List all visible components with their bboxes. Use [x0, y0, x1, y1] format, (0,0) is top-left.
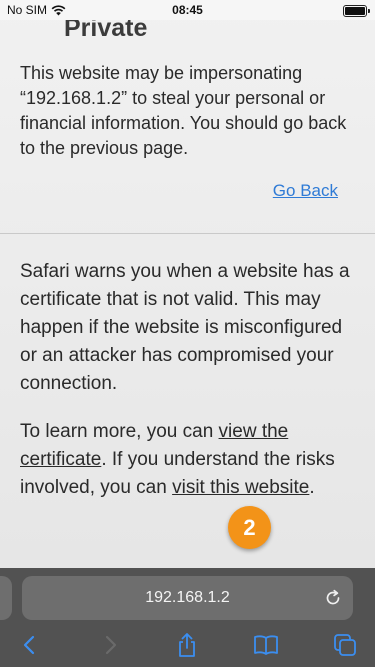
share-icon	[179, 633, 195, 657]
status-bar: No SIM 08:45	[0, 0, 375, 20]
battery-icon	[343, 5, 370, 17]
learn-more-paragraph: To learn more, you can view the certific…	[20, 418, 360, 502]
bookmarks-button[interactable]	[251, 630, 281, 660]
forward-icon	[105, 635, 117, 655]
address-text: 192.168.1.2	[145, 589, 230, 606]
period-text: .	[309, 477, 315, 498]
safari-toolbar: 192.168.1.2	[0, 568, 375, 667]
navigation-row	[0, 630, 375, 660]
visit-website-link[interactable]: visit this website	[172, 477, 309, 498]
share-button[interactable]	[172, 630, 202, 660]
back-button[interactable]	[14, 630, 44, 660]
tabs-icon	[334, 634, 356, 656]
previous-tab-edge[interactable]	[0, 576, 12, 620]
go-back-link[interactable]: Go Back	[273, 181, 338, 201]
error-page: Private This website may be impersonatin…	[0, 0, 375, 568]
clock: 08:45	[172, 3, 203, 17]
learn-more-text: To learn more, you can	[20, 421, 219, 442]
back-icon	[23, 635, 35, 655]
impersonation-warning: This website may be impersonating “192.1…	[20, 63, 347, 158]
reload-icon[interactable]	[323, 588, 343, 608]
certificate-explanation: Safari warns you when a website has a ce…	[20, 261, 350, 394]
tabs-button[interactable]	[330, 630, 360, 660]
address-bar[interactable]: 192.168.1.2	[22, 576, 353, 620]
forward-button[interactable]	[96, 630, 126, 660]
step-badge: 2	[228, 506, 271, 549]
bookmarks-icon	[254, 635, 278, 655]
